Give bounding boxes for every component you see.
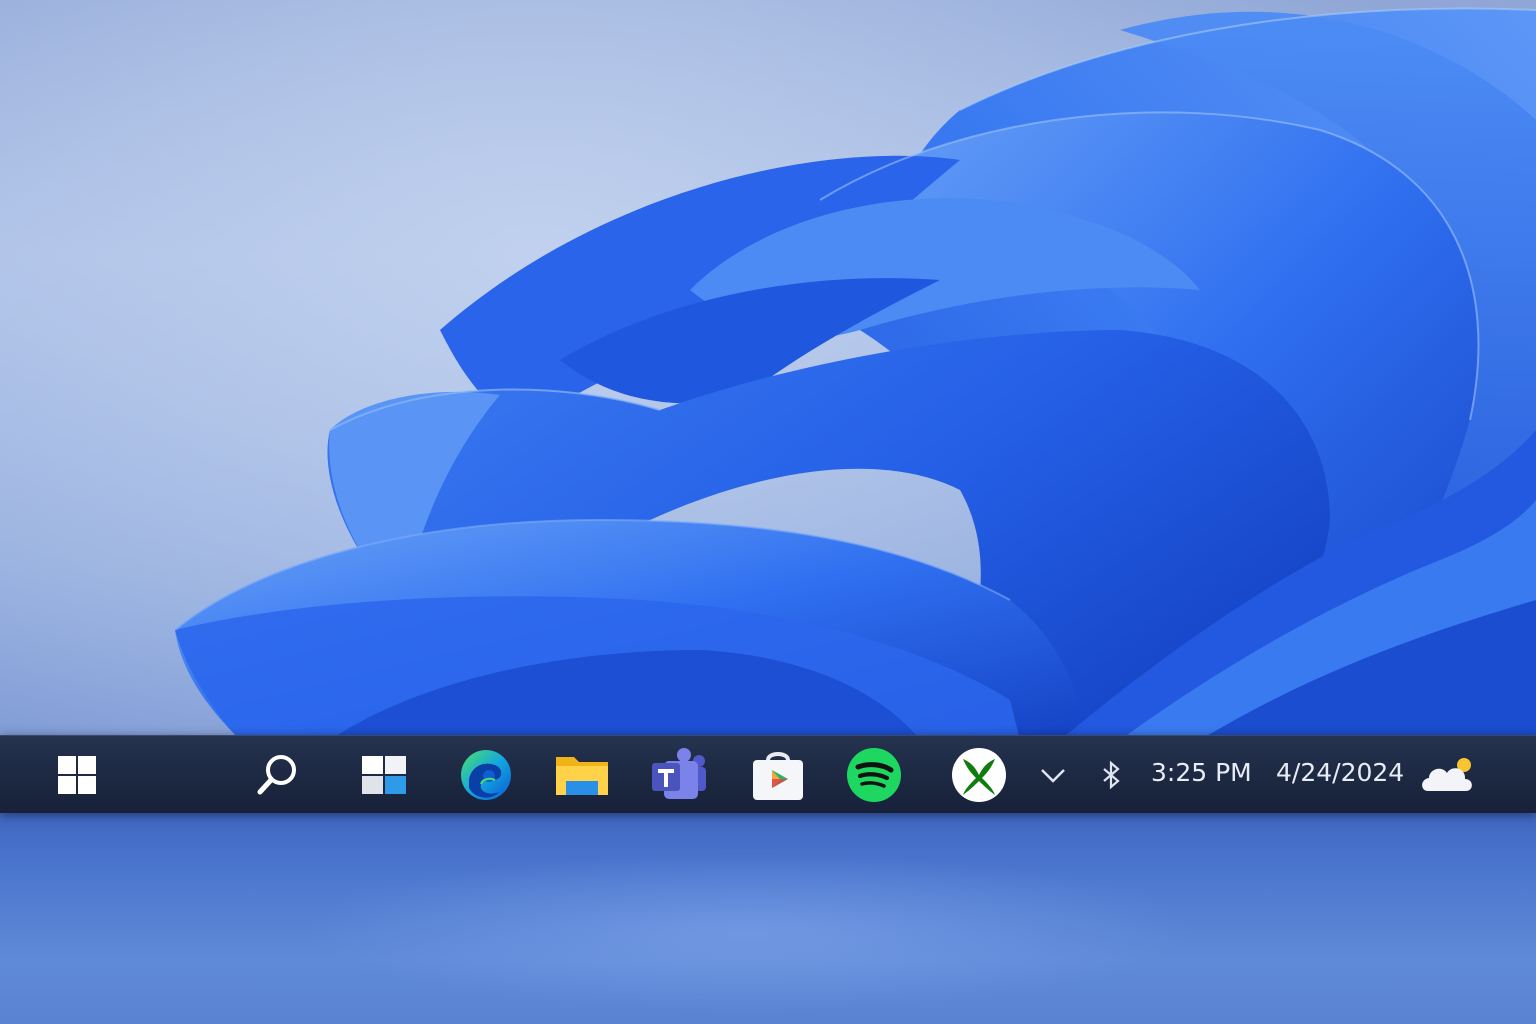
xbox-button[interactable] — [950, 746, 1008, 804]
search-button[interactable] — [248, 746, 306, 804]
widgets-button[interactable] — [355, 746, 413, 804]
clock-date[interactable]: 4/24/2024 — [1276, 758, 1404, 788]
edge-button[interactable] — [457, 746, 515, 804]
spotify-button[interactable] — [845, 746, 903, 804]
start-button[interactable] — [48, 746, 106, 804]
floor-glow — [300, 852, 1200, 1012]
spotify-icon — [847, 748, 901, 802]
widgets-icon — [362, 756, 406, 794]
taskbar: 3:25 PM 4/24/2024 — [0, 735, 1536, 813]
teams-icon — [652, 748, 706, 799]
edge-icon — [461, 750, 511, 800]
tray-overflow-button[interactable] — [1028, 746, 1078, 804]
teams-button[interactable] — [650, 746, 708, 804]
weather-button[interactable] — [1415, 746, 1481, 804]
windows-logo-icon — [58, 756, 96, 794]
partly-cloudy-icon — [1422, 758, 1472, 791]
bluetooth-button[interactable] — [1088, 746, 1136, 804]
bluetooth-icon — [1103, 760, 1120, 790]
clock-time[interactable]: 3:25 PM — [1151, 758, 1252, 788]
search-icon — [257, 755, 296, 795]
file-explorer-button[interactable] — [553, 746, 611, 804]
xbox-icon — [952, 748, 1006, 802]
store-icon — [753, 752, 803, 800]
store-button[interactable] — [749, 746, 807, 804]
chevron-up-icon — [1041, 769, 1065, 783]
desktop-floor — [0, 812, 1536, 1024]
folder-icon — [556, 757, 608, 795]
desktop: 3:25 PM 4/24/2024 — [0, 0, 1536, 1024]
